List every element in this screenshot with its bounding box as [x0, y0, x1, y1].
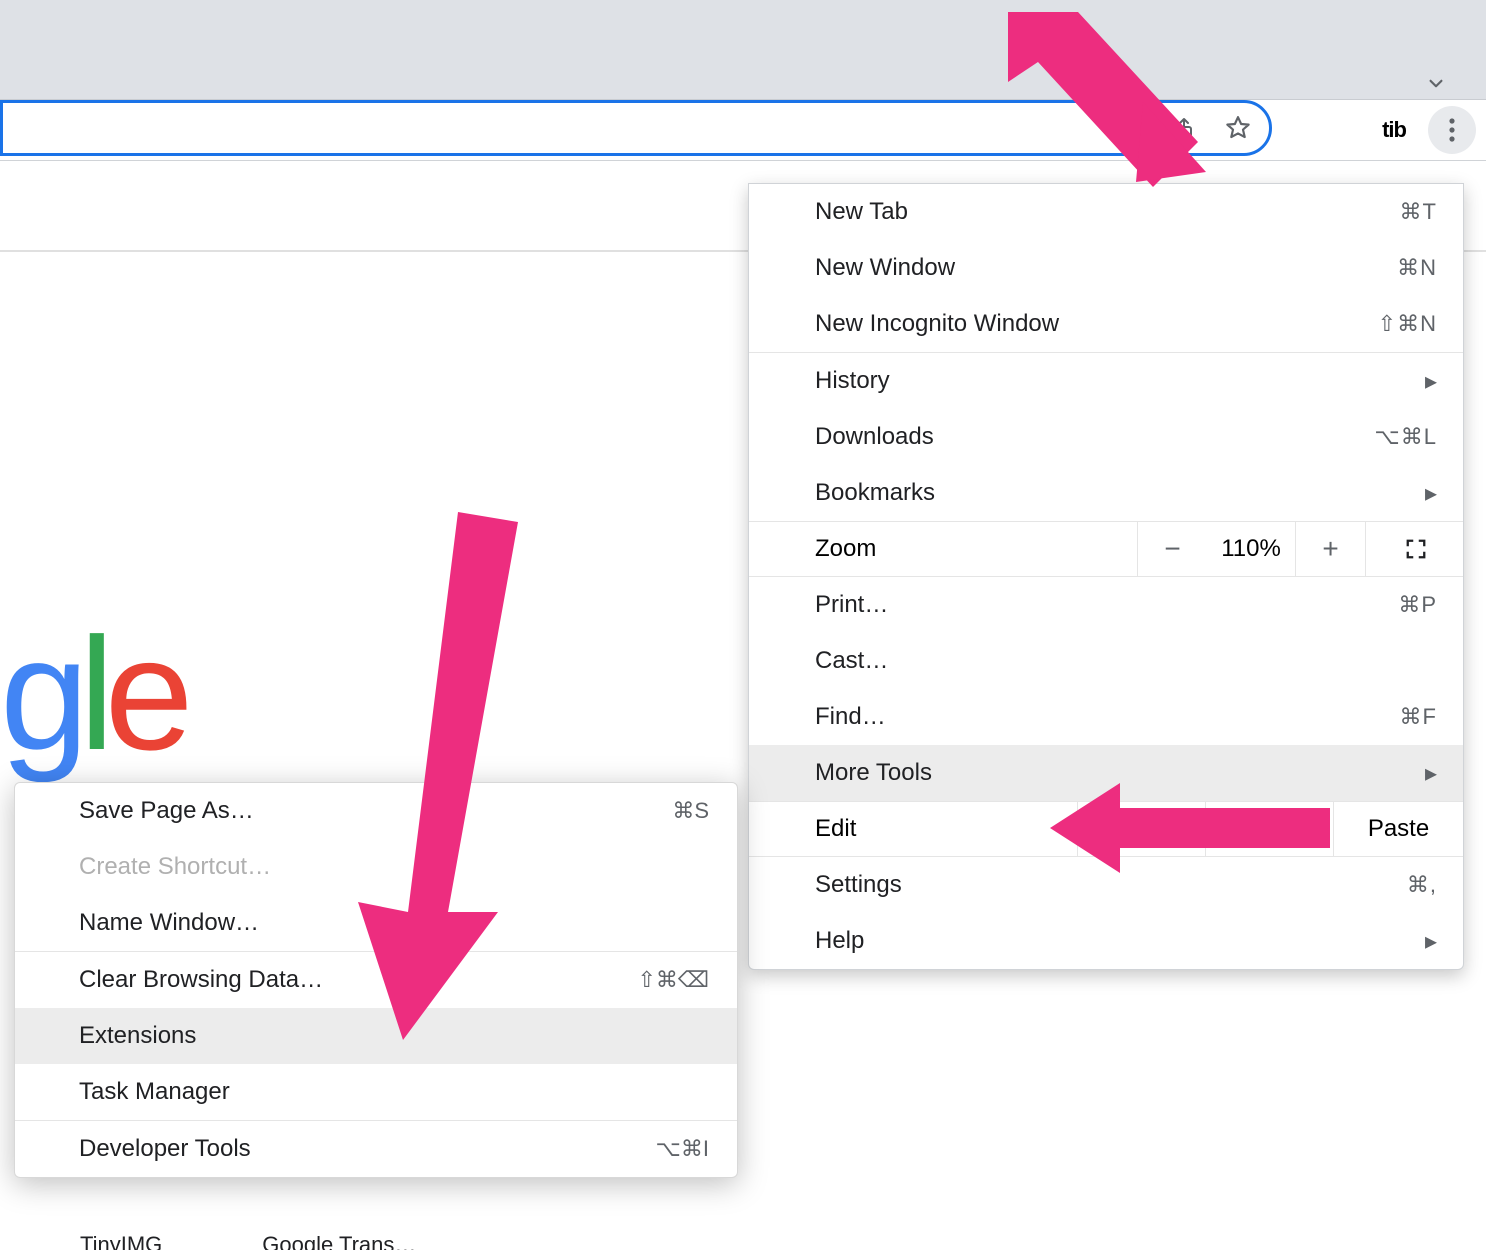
toolbar: tib — [0, 100, 1486, 161]
submenu-item-name-window[interactable]: Name Window… — [15, 895, 737, 951]
google-logo: gle — [0, 602, 184, 786]
kebab-menu-button[interactable] — [1428, 106, 1476, 154]
chrome-main-menu: New Tab⌘T New Window⌘N New Incognito Win… — [748, 183, 1464, 970]
submenu-item-task-manager[interactable]: Task Manager — [15, 1064, 737, 1120]
menu-item-history[interactable]: History▸ — [749, 353, 1463, 409]
zoom-value: 110% — [1207, 535, 1295, 563]
menu-item-settings[interactable]: Settings⌘, — [749, 857, 1463, 913]
menu-item-new-tab[interactable]: New Tab⌘T — [749, 184, 1463, 240]
menu-item-new-incognito[interactable]: New Incognito Window⇧⌘N — [749, 296, 1463, 352]
submenu-item-create-shortcut: Create Shortcut… — [15, 839, 737, 895]
zoom-out-icon[interactable] — [1117, 115, 1143, 141]
zoom-out-button[interactable]: − — [1137, 522, 1207, 576]
extension-badge[interactable]: tib — [1382, 117, 1406, 143]
menu-item-new-window[interactable]: New Window⌘N — [749, 240, 1463, 296]
chevron-right-icon: ▸ — [1425, 367, 1437, 396]
logo-letter: g — [0, 604, 79, 783]
share-icon[interactable] — [1171, 115, 1197, 141]
menu-item-edit: Edit Cut Copy Paste — [749, 801, 1463, 857]
bottom-tab-labels: TinyIMG Google Trans… — [80, 1232, 416, 1250]
menu-item-help[interactable]: Help▸ — [749, 913, 1463, 969]
submenu-item-extensions[interactable]: Extensions — [15, 1008, 737, 1064]
edit-copy-button[interactable]: Copy — [1205, 802, 1333, 856]
menu-item-zoom: Zoom − 110% + — [749, 521, 1463, 577]
chevron-right-icon: ▸ — [1425, 479, 1437, 508]
submenu-item-clear-data[interactable]: Clear Browsing Data…⇧⌘⌫ — [15, 952, 737, 1008]
omnibox[interactable] — [0, 100, 1272, 156]
fullscreen-button[interactable] — [1365, 522, 1464, 576]
menu-item-cast[interactable]: Cast… — [749, 633, 1463, 689]
menu-item-more-tools[interactable]: More Tools▸ — [749, 745, 1463, 801]
menu-item-find[interactable]: Find…⌘F — [749, 689, 1463, 745]
submenu-item-save-page[interactable]: Save Page As…⌘S — [15, 783, 737, 839]
star-icon[interactable] — [1225, 115, 1251, 141]
tab-label[interactable]: TinyIMG — [80, 1232, 162, 1250]
edit-cut-button[interactable]: Cut — [1077, 802, 1205, 856]
menu-item-downloads[interactable]: Downloads⌥⌘L — [749, 409, 1463, 465]
tab-strip — [0, 0, 1486, 100]
logo-letter: l — [79, 604, 105, 783]
menu-item-bookmarks[interactable]: Bookmarks▸ — [749, 465, 1463, 521]
chevron-down-icon[interactable] — [1423, 70, 1449, 96]
edit-paste-button[interactable]: Paste — [1333, 802, 1463, 856]
chevron-right-icon: ▸ — [1425, 927, 1437, 956]
zoom-in-button[interactable]: + — [1295, 522, 1365, 576]
zoom-label: Zoom — [749, 535, 1137, 563]
more-tools-submenu: Save Page As…⌘S Create Shortcut… Name Wi… — [14, 782, 738, 1178]
chevron-right-icon: ▸ — [1425, 759, 1437, 788]
menu-item-print[interactable]: Print…⌘P — [749, 577, 1463, 633]
tab-label[interactable]: Google Trans… — [262, 1232, 416, 1250]
submenu-item-developer-tools[interactable]: Developer Tools⌥⌘I — [15, 1121, 737, 1177]
edit-label: Edit — [749, 802, 1077, 856]
logo-letter: e — [105, 604, 184, 783]
